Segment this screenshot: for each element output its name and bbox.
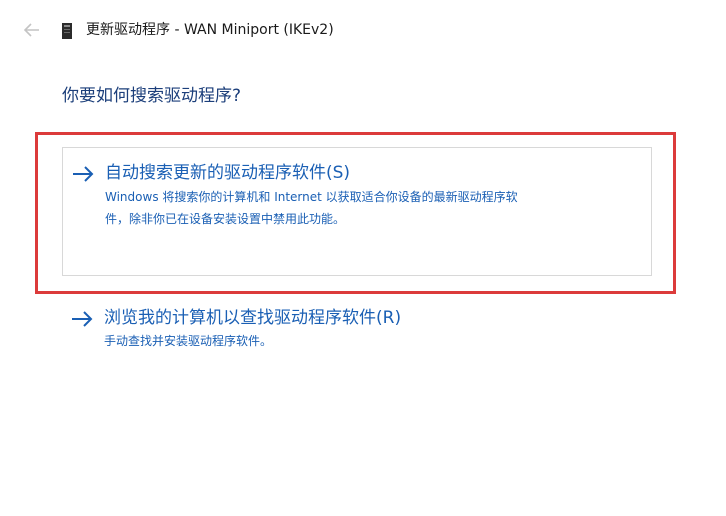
auto-search-option[interactable]: 自动搜索更新的驱动程序软件(S) Windows 将搜索你的计算机和 Inter… bbox=[62, 147, 652, 276]
back-button[interactable] bbox=[18, 18, 46, 42]
auto-search-option-title: 自动搜索更新的驱动程序软件(S) bbox=[105, 163, 351, 183]
browse-computer-option[interactable]: 浏览我的计算机以查找驱动程序软件(R) 手动查找并安装驱动程序软件。 bbox=[62, 300, 652, 360]
window-title: 更新驱动程序 - WAN Miniport (IKEv2) bbox=[86, 22, 334, 38]
page-heading: 你要如何搜索驱动程序? bbox=[62, 86, 242, 106]
auto-search-option-description: Windows 将搜索你的计算机和 Internet 以获取适合你设备的最新驱动… bbox=[105, 186, 645, 230]
arrow-right-icon bbox=[72, 311, 93, 327]
browse-computer-option-description: 手动查找并安装驱动程序软件。 bbox=[104, 334, 273, 348]
device-icon bbox=[62, 23, 72, 39]
description-line: Windows 将搜索你的计算机和 Internet 以获取适合你设备的最新驱动… bbox=[105, 190, 518, 204]
back-arrow-icon bbox=[24, 23, 39, 37]
title-bar: 更新驱动程序 - WAN Miniport (IKEv2) bbox=[0, 0, 726, 62]
arrow-right-icon bbox=[73, 166, 94, 182]
browse-computer-option-title: 浏览我的计算机以查找驱动程序软件(R) bbox=[104, 308, 402, 328]
update-driver-window: 更新驱动程序 - WAN Miniport (IKEv2) 你要如何搜索驱动程序… bbox=[0, 0, 726, 516]
description-line: 件，除非你已在设备安装设置中禁用此功能。 bbox=[105, 212, 346, 226]
